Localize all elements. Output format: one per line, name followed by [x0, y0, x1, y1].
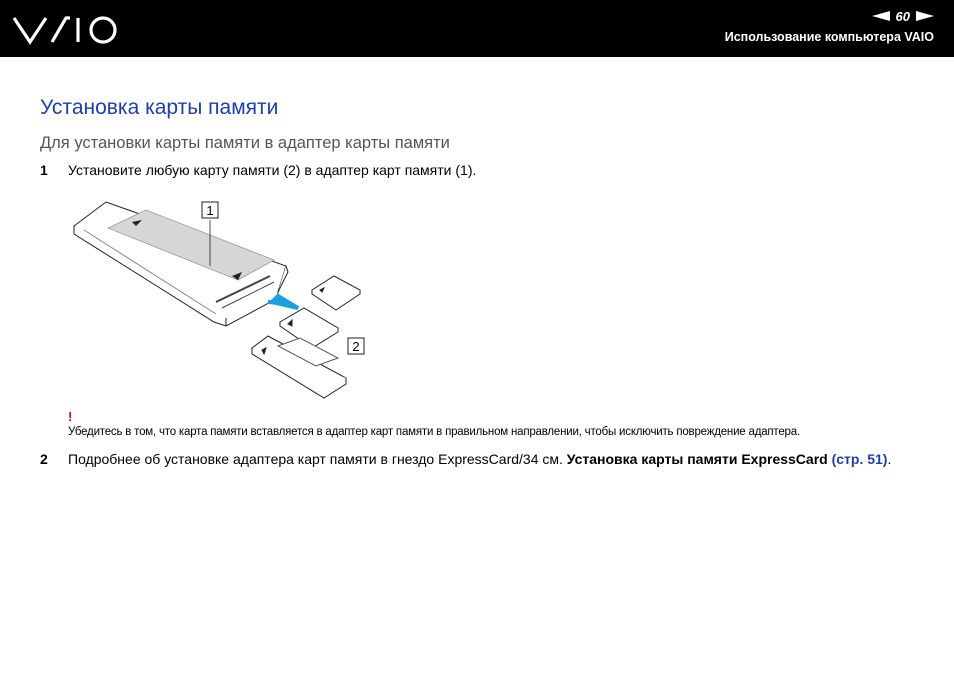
- page-subtitle: Для установки карты памяти в адаптер кар…: [40, 134, 450, 152]
- prev-page-arrow-icon[interactable]: [871, 11, 890, 21]
- step-number: 1: [40, 162, 48, 178]
- page-title: Установка карты памяти: [40, 96, 279, 119]
- memory-card-adapter-illustration: 1 2: [73, 201, 365, 399]
- callout-2: 2: [352, 339, 359, 354]
- step-text-bold: Установка карты памяти ExpressCard: [566, 451, 828, 467]
- step-1: 1 Установите любую карту памяти (2) в ад…: [40, 161, 740, 181]
- step-text-end: .: [887, 451, 892, 467]
- page-link[interactable]: (стр. 51): [832, 451, 888, 467]
- next-page-arrow-icon[interactable]: [916, 11, 934, 21]
- vaio-logo: [12, 16, 117, 45]
- header-bar: 60 Использование компьютера VAIO: [0, 0, 954, 57]
- step-number: 2: [40, 451, 48, 467]
- step-2: 2 Подробнее об установке адаптера карт п…: [40, 450, 920, 490]
- memory-card-long: [251, 335, 347, 399]
- step-text: Установите любую карту памяти (2) в адап…: [68, 162, 477, 178]
- memory-card-large: [311, 275, 361, 311]
- warning-text: Убедитесь в том, что карта памяти вставл…: [68, 426, 800, 438]
- callout-1: 1: [206, 203, 213, 218]
- step-text-plain: Подробнее об установке адаптера карт пам…: [68, 451, 567, 467]
- section-title: Использование компьютера VAIO: [724, 30, 934, 44]
- warning-icon: !: [68, 409, 73, 424]
- page-number: 60: [895, 8, 910, 24]
- page-navigation: 60: [871, 8, 934, 24]
- step-text: Подробнее об установке адаптера карт пам…: [68, 450, 908, 469]
